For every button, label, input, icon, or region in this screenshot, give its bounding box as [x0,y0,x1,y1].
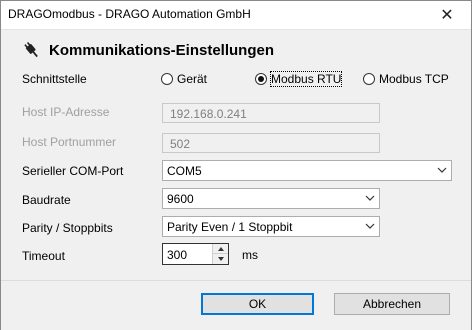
radio-device-circle[interactable] [161,73,173,85]
spin-down-button[interactable] [213,254,228,264]
interface-label: Schnittstelle [22,72,87,86]
arrow-up-icon [217,246,224,251]
timeout-spin-buttons [212,244,228,264]
parity-select[interactable]: Parity Even / 1 Stoppbit [162,216,380,237]
parity-value: Parity Even / 1 Stoppbit [167,220,293,234]
baudrate-label: Baudrate [22,193,71,207]
cancel-button[interactable]: Abbrechen [334,293,450,315]
radio-device[interactable]: Gerät [161,72,207,86]
radio-device-label[interactable]: Gerät [177,72,207,86]
ok-button[interactable]: OK [201,293,314,315]
window-title: DRAGOmodbus - DRAGO Automation GmbH [8,7,251,21]
radio-modbus-tcp-circle[interactable] [363,73,375,85]
radio-modbus-rtu[interactable]: Modbus RTU [255,71,343,87]
chevron-down-icon [365,195,375,201]
radio-modbus-tcp-label[interactable]: Modbus TCP [379,72,449,86]
radio-modbus-tcp[interactable]: Modbus TCP [363,72,449,86]
chevron-down-icon [365,223,375,229]
settings-panel: Kommunikations-Einstellungen Schnittstel… [1,30,471,280]
host-port-field: 502 [162,133,380,153]
com-port-label: Serieller COM-Port [22,164,124,178]
host-port-label: Host Portnummer [22,135,117,149]
com-port-select[interactable]: COM5 [162,160,452,181]
page-title: Kommunikations-Einstellungen [49,41,275,59]
close-icon[interactable]: ✕ [429,3,465,27]
radio-modbus-rtu-circle[interactable] [255,73,267,85]
arrow-down-icon [217,257,224,261]
timeout-value[interactable]: 300 [167,248,187,262]
baudrate-select[interactable]: 9600 [162,188,380,209]
com-port-value: COM5 [167,164,202,178]
host-ip-field: 192.168.0.241 [162,103,380,123]
timeout-stepper[interactable]: 300 [162,243,229,265]
timeout-label: Timeout [22,249,65,263]
spin-up-button[interactable] [213,244,228,254]
radio-modbus-rtu-label[interactable]: Modbus RTU [269,71,343,87]
timeout-unit: ms [242,248,258,262]
host-ip-label: Host IP-Adresse [22,105,110,119]
chevron-down-icon [437,167,447,173]
dialog-window: DRAGOmodbus - DRAGO Automation GmbH ✕ Ko… [0,0,472,330]
title-bar: DRAGOmodbus - DRAGO Automation GmbH ✕ [1,1,471,30]
parity-label: Parity / Stoppbits [22,221,113,235]
baudrate-value: 9600 [167,192,194,206]
button-bar: OK Abbrechen [1,280,471,330]
page-heading: Kommunikations-Einstellungen [21,41,274,59]
plug-icon [24,41,38,58]
